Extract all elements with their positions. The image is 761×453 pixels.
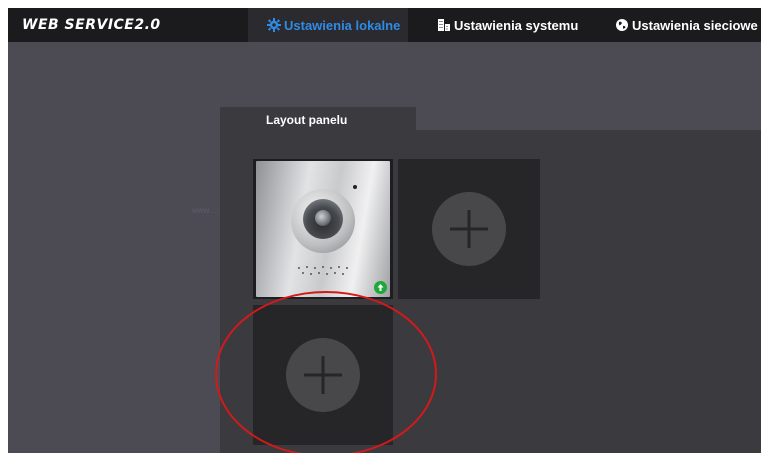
- gear-icon: [266, 17, 282, 33]
- globe-icon: [614, 17, 630, 33]
- tab-local-settings[interactable]: Ustawienia lokalne: [248, 8, 408, 42]
- status-ok-icon: [374, 281, 387, 294]
- tab-system-settings-label: Ustawienia systemu: [454, 17, 579, 33]
- top-navigation-bar: WEB SERVICE2.0 Ustawienia lokalne Ustawi…: [8, 8, 761, 42]
- brand-logo: WEB SERVICE2.0: [22, 17, 161, 33]
- microphone-dot: [353, 185, 357, 189]
- camera-module-image: [256, 161, 390, 297]
- tab-layout-panel-label: Layout panelu: [266, 113, 348, 127]
- tab-network-settings-label: Ustawienia sieciowe: [632, 17, 758, 33]
- plus-icon[interactable]: [432, 192, 506, 266]
- camera-lens: [315, 210, 331, 226]
- module-slot-add[interactable]: [398, 159, 540, 299]
- speaker-grille: [294, 265, 352, 277]
- building-icon: [436, 17, 452, 33]
- tab-local-settings-label: Ustawienia lokalne: [284, 17, 401, 33]
- tab-system-settings[interactable]: Ustawienia systemu: [436, 8, 578, 42]
- camera-icon: [291, 189, 355, 253]
- watermark-text: www.…: [192, 206, 220, 215]
- tab-layout-panel[interactable]: Layout panelu: [220, 107, 416, 131]
- module-slot-camera[interactable]: [253, 159, 393, 299]
- module-slot-add-highlighted[interactable]: [253, 305, 393, 445]
- tab-network-settings[interactable]: Ustawienia sieciowe: [614, 8, 758, 42]
- camera-lens-housing: [303, 199, 343, 239]
- app-window: WEB SERVICE2.0 Ustawienia lokalne Ustawi…: [8, 8, 761, 453]
- plus-icon[interactable]: [286, 338, 360, 412]
